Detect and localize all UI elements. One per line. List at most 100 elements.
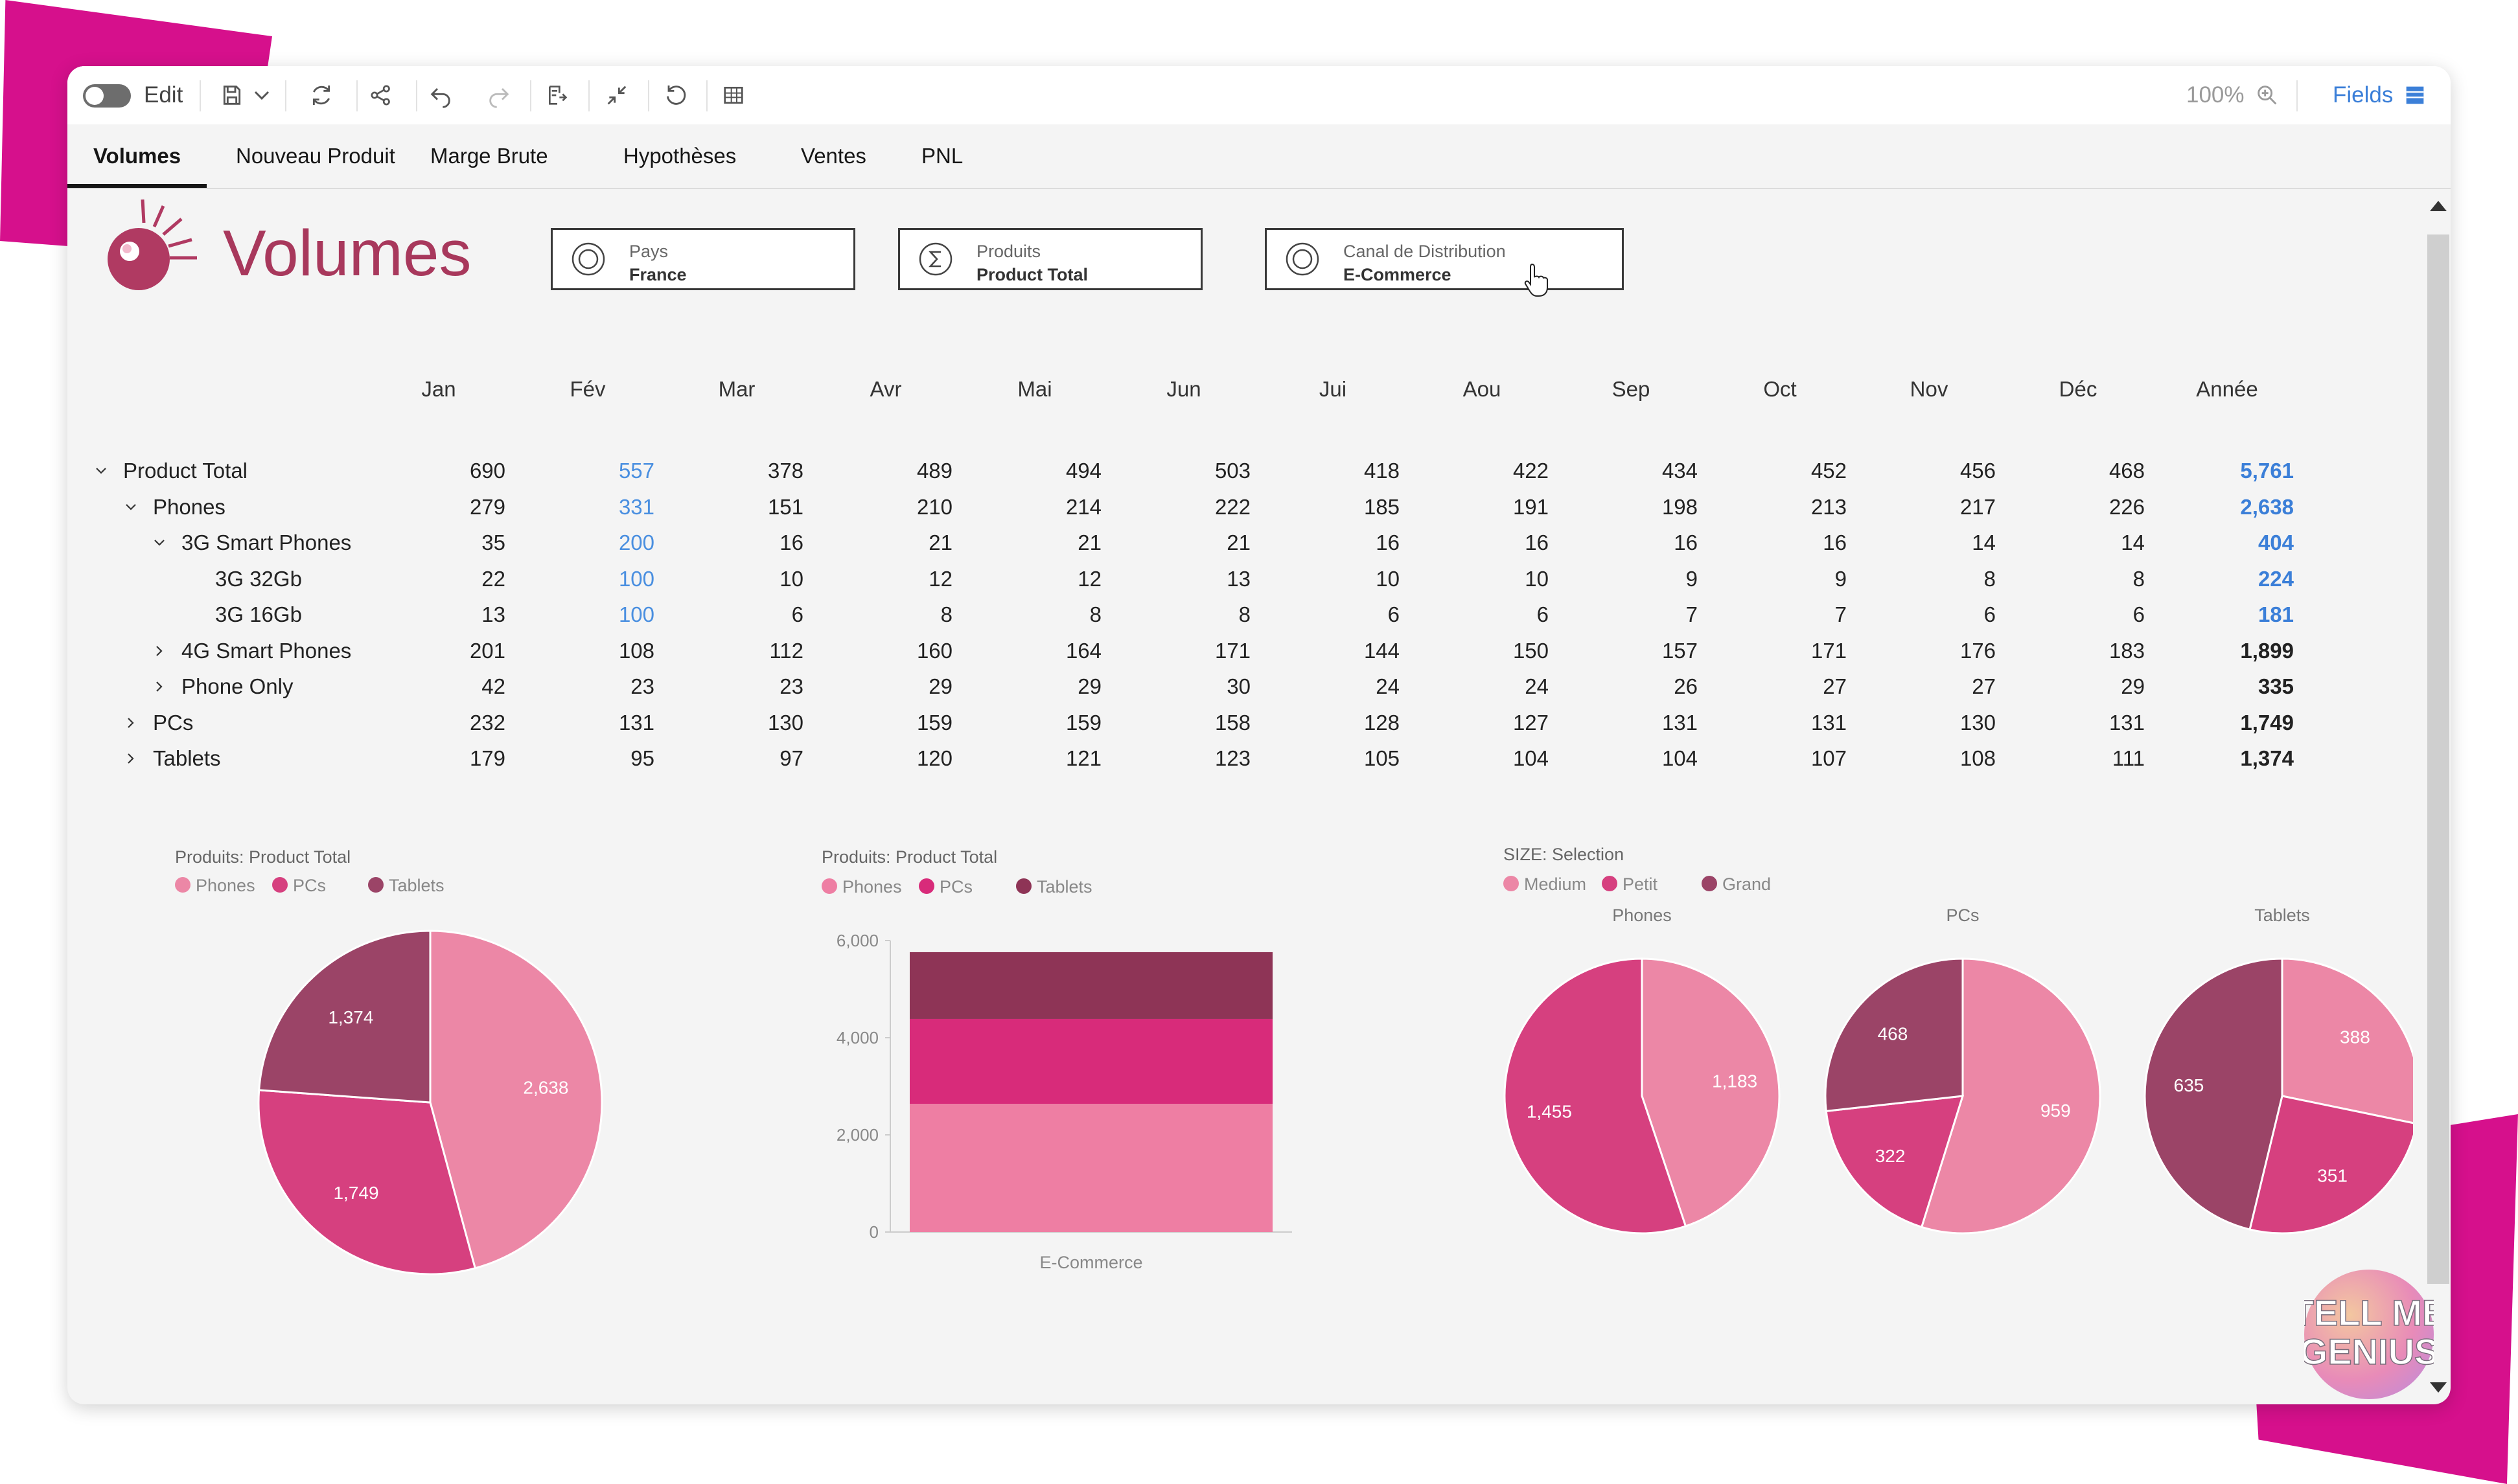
column-header: Jun bbox=[1166, 377, 1201, 401]
tab-marge-brute[interactable]: Marge Brute bbox=[404, 124, 574, 188]
svg-text:GENIUS: GENIUS bbox=[2304, 1331, 2434, 1372]
table-cell: 131 bbox=[1810, 710, 1847, 735]
filter-produits[interactable]: Produits Product Total bbox=[898, 228, 1203, 290]
tab-ventes[interactable]: Ventes bbox=[775, 124, 892, 188]
legend-entry[interactable]: Tablets bbox=[389, 876, 445, 895]
undo-icon[interactable] bbox=[421, 78, 460, 113]
tab-hypotheses[interactable]: Hypothèses bbox=[597, 124, 762, 188]
table-cell: 7 bbox=[1834, 602, 1847, 626]
column-header: Aou bbox=[1462, 377, 1501, 401]
chevron-right-icon[interactable] bbox=[123, 715, 139, 731]
filter-label: Produits bbox=[976, 242, 1041, 261]
collapse-icon[interactable] bbox=[597, 78, 636, 113]
table-cell: 181 bbox=[2258, 602, 2294, 626]
row-label[interactable]: 4G Smart Phones bbox=[152, 639, 351, 663]
fields-icon[interactable] bbox=[2400, 78, 2430, 113]
legend-entry[interactable]: Phones bbox=[842, 877, 902, 896]
table-cell: 210 bbox=[916, 494, 953, 519]
table-cell: 144 bbox=[1363, 638, 1400, 663]
row-label[interactable]: Phone Only bbox=[152, 674, 293, 699]
table-cell: 5,761 bbox=[2240, 459, 2294, 483]
legend-entry[interactable]: Petit bbox=[1623, 874, 1658, 894]
share-icon[interactable] bbox=[362, 78, 400, 113]
table-cell: 200 bbox=[618, 531, 654, 554]
data-label: 2,638 bbox=[523, 1077, 568, 1097]
legend-entry[interactable]: PCs bbox=[293, 876, 326, 895]
dashboard-content: Volumes Pays France Produits Product Tot… bbox=[67, 189, 2420, 1404]
edit-toggle[interactable] bbox=[83, 84, 131, 108]
filter-pays[interactable]: Pays France bbox=[551, 228, 855, 290]
column-header: Sep bbox=[1611, 377, 1650, 401]
table-cell: 1,899 bbox=[2240, 638, 2294, 663]
legend-entry[interactable]: Phones bbox=[196, 876, 255, 895]
table-cell: 6 bbox=[1387, 602, 1400, 626]
table-cell: 183 bbox=[2108, 638, 2145, 663]
row-label-text: Phones bbox=[153, 494, 225, 519]
table-cell: 191 bbox=[1512, 494, 1549, 519]
data-label: 351 bbox=[2317, 1165, 2348, 1185]
tab-volumes[interactable]: Volumes bbox=[67, 124, 207, 188]
legend-entry[interactable]: Tablets bbox=[1037, 877, 1092, 896]
legend-entry[interactable]: Medium bbox=[1524, 874, 1586, 894]
table-cell: 97 bbox=[780, 746, 803, 770]
table-cell: 159 bbox=[1065, 710, 1102, 735]
row-label[interactable]: Phones bbox=[123, 495, 225, 519]
grid-view-icon[interactable] bbox=[714, 78, 753, 113]
table-cell: 489 bbox=[916, 459, 953, 483]
legend-entry[interactable]: Grand bbox=[1722, 874, 1771, 894]
row-label[interactable]: Tablets bbox=[123, 746, 221, 771]
chevron-right-icon[interactable] bbox=[123, 751, 139, 766]
column-header: Avr bbox=[870, 377, 902, 401]
data-label: 1,749 bbox=[333, 1183, 378, 1203]
refresh-icon[interactable] bbox=[302, 78, 341, 113]
chevron-down-icon[interactable] bbox=[93, 463, 109, 479]
vertical-scrollbar[interactable] bbox=[2422, 189, 2449, 1404]
toolbar-separator bbox=[356, 80, 358, 111]
tab-nouveau-produit[interactable]: Nouveau Produit bbox=[210, 124, 421, 188]
table-cell: 24 bbox=[1525, 674, 1549, 698]
export-icon[interactable] bbox=[538, 78, 577, 113]
table-cell: 1,749 bbox=[2240, 710, 2294, 735]
table-cell: 222 bbox=[1214, 494, 1251, 519]
chevron-down-icon[interactable] bbox=[152, 535, 167, 551]
zoom-level: 100% bbox=[2186, 82, 2245, 108]
table-cell: 8 bbox=[940, 602, 953, 626]
legend-entry[interactable]: PCs bbox=[940, 877, 973, 896]
scroll-thumb[interactable] bbox=[2427, 234, 2449, 1284]
row-label[interactable]: Product Total bbox=[93, 459, 248, 483]
data-label: 468 bbox=[1878, 1023, 1908, 1044]
chevron-right-icon[interactable] bbox=[152, 679, 167, 694]
row-label[interactable]: PCs bbox=[123, 711, 193, 735]
table-cell: 29 bbox=[929, 674, 953, 698]
fields-button[interactable]: Fields bbox=[2333, 78, 2393, 113]
zoom-icon[interactable] bbox=[2251, 78, 2283, 113]
table-cell: 10 bbox=[780, 566, 803, 591]
chevron-down-icon[interactable] bbox=[249, 78, 275, 113]
chevron-right-icon[interactable] bbox=[152, 643, 167, 659]
table-cell: 456 bbox=[1959, 459, 1996, 483]
row-label-text: Phone Only bbox=[181, 674, 294, 698]
legend-swatch bbox=[919, 878, 934, 894]
filter-canal-de-distribution[interactable]: Canal de Distribution E-Commerce bbox=[1265, 228, 1624, 290]
redo-icon[interactable] bbox=[479, 78, 518, 113]
mouse-cursor-icon bbox=[1524, 263, 1548, 297]
table-cell: 1,374 bbox=[2240, 746, 2294, 770]
circle-icon bbox=[572, 242, 605, 276]
table-cell: 21 bbox=[1227, 531, 1251, 554]
reset-icon[interactable] bbox=[656, 78, 695, 113]
pie-title: Phones bbox=[1612, 906, 1672, 925]
x-tick-label: E-Commerce bbox=[1039, 1253, 1142, 1272]
table-cell: 418 bbox=[1363, 459, 1400, 483]
scroll-up-icon[interactable] bbox=[2430, 201, 2447, 211]
row-label-text: PCs bbox=[153, 710, 194, 735]
tab-bar: Volumes Nouveau Produit Marge Brute Hypo… bbox=[67, 124, 2451, 189]
save-icon[interactable] bbox=[214, 78, 250, 113]
table-cell: 10 bbox=[1525, 566, 1549, 591]
tab-pnl[interactable]: PNL bbox=[895, 124, 989, 188]
chevron-down-icon[interactable] bbox=[123, 499, 139, 515]
size-pie-charts: SIZE: Selection Medium Petit Grand Phones 1,1… bbox=[1503, 845, 2413, 1235]
table-cell: 27 bbox=[1972, 674, 1996, 698]
row-label[interactable]: 3G Smart Phones bbox=[152, 531, 351, 555]
column-header: Nov bbox=[1910, 377, 1948, 401]
edit-label: Edit bbox=[144, 82, 183, 108]
